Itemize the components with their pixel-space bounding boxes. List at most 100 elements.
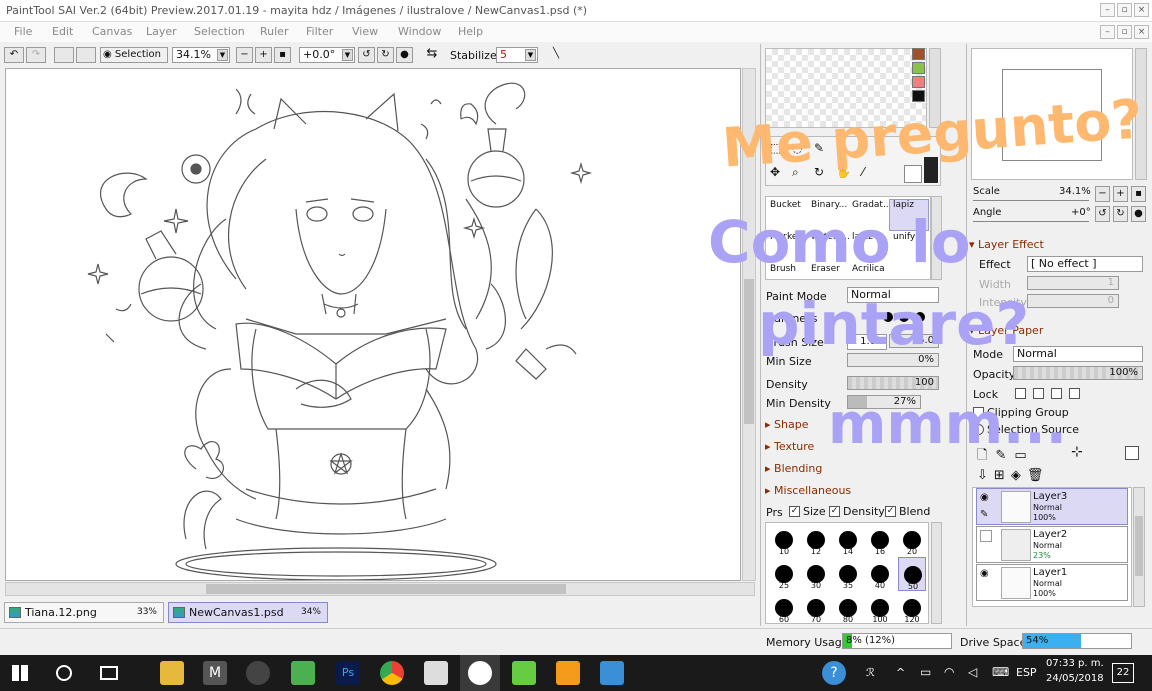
flip-horizontal-icon[interactable]: ⇆: [422, 47, 442, 63]
clock-time[interactable]: 07:33 p. m.: [1046, 658, 1104, 669]
brush-size-preset[interactable]: 25: [770, 557, 798, 591]
app-m-icon[interactable]: M: [203, 661, 227, 685]
menu-canvas[interactable]: Canvas: [92, 25, 132, 38]
brush-size-preset[interactable]: 35: [834, 557, 862, 591]
section-texture[interactable]: ▸ Texture: [765, 440, 814, 453]
section-shape[interactable]: ▸ Shape: [765, 418, 808, 431]
effect-select[interactable]: [ No effect ]: [1027, 256, 1143, 272]
swatch-black[interactable]: [912, 90, 925, 102]
tool-gradation[interactable]: Gradat...: [848, 199, 892, 231]
presets-scrollbar[interactable]: [931, 522, 942, 624]
battery-icon[interactable]: ▭: [920, 665, 931, 679]
keyboard-icon[interactable]: ⌨: [992, 665, 1009, 679]
brush-size-preset[interactable]: 80: [834, 591, 862, 623]
menu-edit[interactable]: Edit: [52, 25, 73, 38]
section-blending[interactable]: ▸ Blending: [765, 462, 822, 475]
tab-newcanvas[interactable]: NewCanvas1.psd 34%: [168, 602, 328, 623]
minimize-button[interactable]: –: [1100, 3, 1115, 17]
app-leaf-icon[interactable]: [512, 661, 536, 685]
help-icon[interactable]: ?: [822, 661, 846, 685]
primary-color-icon[interactable]: [924, 157, 938, 183]
scratchpad-scrollbar[interactable]: [929, 48, 941, 128]
visibility-eye-icon[interactable]: ◉: [980, 492, 989, 503]
chevron-up-icon[interactable]: ^: [896, 666, 905, 679]
media-player-icon[interactable]: [556, 661, 580, 685]
tool-lapiz-2[interactable]: lapiz: [848, 231, 888, 263]
visibility-toggle[interactable]: [980, 530, 992, 542]
hand-icon[interactable]: ✋: [836, 165, 851, 179]
nav-rotate-left-button[interactable]: ↺: [1095, 206, 1110, 222]
scrollbar-thumb[interactable]: [744, 279, 754, 424]
nav-rotate-right-button[interactable]: ↻: [1113, 206, 1128, 222]
redo-icon[interactable]: ↷: [26, 47, 46, 63]
scrollbar-thumb[interactable]: [1135, 516, 1143, 576]
width-slider[interactable]: 1: [1027, 276, 1119, 290]
undo-icon[interactable]: ↶: [4, 47, 24, 63]
doc-restore-button[interactable]: ▫: [1117, 25, 1132, 39]
hardness-option[interactable]: [915, 312, 925, 322]
layer-paper-header[interactable]: ▾ Layer Paper: [969, 324, 1043, 337]
lock-all-icon[interactable]: [1069, 388, 1080, 399]
menu-view[interactable]: View: [352, 25, 378, 38]
photoshop-icon[interactable]: Ps: [336, 661, 360, 685]
nav-rotate-reset-button[interactable]: ●: [1131, 206, 1146, 222]
layer-row-layer3[interactable]: ◉ ✎ Layer3 Normal 100%: [976, 488, 1128, 525]
intensity-slider[interactable]: 0: [1027, 294, 1119, 308]
tool-brush[interactable]: Brush: [766, 263, 806, 279]
nav-zoom-in-button[interactable]: +: [1113, 186, 1128, 202]
layer-effect-header[interactable]: ▾ Layer Effect: [969, 238, 1044, 251]
windows-start-icon[interactable]: [12, 665, 28, 681]
brush-size-preset[interactable]: 70: [802, 591, 830, 623]
app-active-icon[interactable]: [468, 661, 492, 685]
scrollbar-thumb[interactable]: [206, 584, 566, 594]
canvas-vertical-scrollbar[interactable]: [742, 68, 756, 581]
clear-icon[interactable]: ◈: [1011, 468, 1027, 483]
chrome-icon[interactable]: [380, 661, 404, 685]
lock-transparency-icon[interactable]: [1015, 388, 1026, 399]
color-scratchpad[interactable]: [765, 48, 927, 128]
hardness-selector[interactable]: [847, 310, 939, 324]
nav-zoom-reset-button[interactable]: ▪: [1131, 186, 1146, 202]
angle-slider[interactable]: [973, 221, 1089, 222]
brush-size-preset[interactable]: 16: [866, 523, 894, 557]
brush-size-preset[interactable]: 60: [770, 591, 798, 623]
clipping-group-checkbox[interactable]: [973, 407, 984, 418]
trash-icon[interactable]: 🗑: [1027, 468, 1050, 483]
section-miscellaneous[interactable]: ▸ Miscellaneous: [765, 484, 851, 497]
opacity-slider[interactable]: 100%: [1013, 366, 1143, 380]
scale-slider[interactable]: [973, 200, 1089, 201]
tool-eraser[interactable]: Eraser: [807, 263, 847, 279]
zoom-out-button[interactable]: −: [236, 47, 253, 63]
brush-size-preset[interactable]: 120: [898, 591, 926, 623]
angle-select[interactable]: +0.0° ▼: [299, 47, 355, 63]
brush-size-preset[interactable]: 12: [802, 523, 830, 557]
canvas-horizontal-scrollbar[interactable]: [5, 582, 755, 596]
tool-grid-scrollbar[interactable]: [931, 196, 942, 280]
layer-list-scrollbar[interactable]: [1133, 487, 1145, 607]
blend-mode-select[interactable]: Normal: [1013, 346, 1143, 362]
menu-selection[interactable]: Selection: [194, 25, 245, 38]
line-tool-icon[interactable]: ╲: [546, 47, 566, 63]
zoom-reset-button[interactable]: ▪: [274, 47, 291, 63]
duplicate-icon[interactable]: ⊞: [994, 468, 1011, 483]
prs-blend-checkbox[interactable]: ✓: [885, 506, 896, 517]
lock-paint-icon[interactable]: [1033, 388, 1044, 399]
min-size-slider[interactable]: 0%: [847, 353, 939, 367]
people-icon[interactable]: ℛ: [866, 666, 875, 679]
magic-wand-icon[interactable]: ✦: [836, 141, 846, 155]
menu-layer[interactable]: Layer: [146, 25, 177, 38]
brush-size-preset[interactable]: 50: [898, 557, 926, 591]
rotate-reset-button[interactable]: ●: [396, 47, 413, 63]
tool-lapiz-selected[interactable]: lapiz: [889, 199, 929, 231]
drawing-canvas[interactable]: [5, 68, 741, 581]
new-pen-layer-icon[interactable]: ✎: [995, 448, 1014, 463]
navigator-preview[interactable]: [971, 48, 1133, 180]
tool-watercolor[interactable]: waterc...: [807, 231, 850, 263]
nav-zoom-out-button[interactable]: −: [1095, 186, 1110, 202]
new-folder-icon[interactable]: ▭: [1014, 448, 1034, 463]
brush-size-preset[interactable]: 100: [866, 591, 894, 623]
merge-down-icon[interactable]: ⇩: [977, 468, 994, 483]
tool-bucket[interactable]: Bucket: [766, 199, 806, 231]
menu-file[interactable]: File: [14, 25, 32, 38]
eyedropper-icon[interactable]: ⁄: [862, 165, 864, 179]
